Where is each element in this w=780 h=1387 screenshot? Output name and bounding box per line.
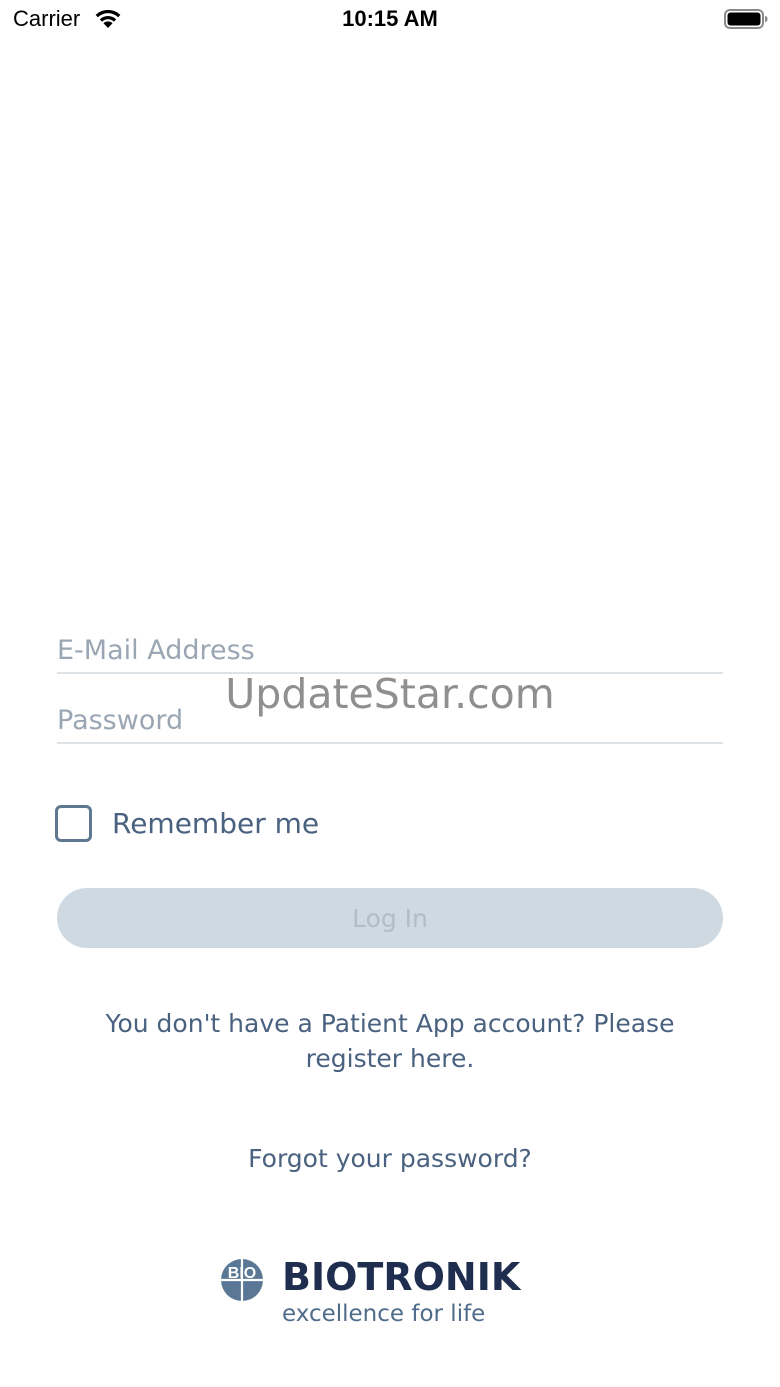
remember-me-checkbox[interactable]: [55, 804, 92, 842]
email-field[interactable]: [57, 616, 723, 674]
forgot-password-link[interactable]: Forgot your password?: [0, 1144, 780, 1173]
status-time: 10:15 AM: [342, 6, 438, 31]
password-input[interactable]: [57, 705, 723, 736]
remember-me-label[interactable]: Remember me: [112, 807, 319, 840]
biotronik-logo-mark-icon: BIO: [221, 1259, 263, 1301]
status-bar: Carrier 10:15 AM: [0, 0, 780, 40]
biotronik-logo: BIO BIOTRONIK excellence for life: [220, 1255, 565, 1332]
email-input[interactable]: [57, 635, 723, 666]
brand-tagline: excellence for life: [282, 1301, 486, 1327]
register-link[interactable]: You don't have a Patient App account? Pl…: [90, 1006, 690, 1076]
logo-mark-text: BIO: [228, 1265, 256, 1282]
brand-name: BIOTRONIK: [282, 1255, 521, 1299]
login-button[interactable]: Log In: [57, 888, 723, 948]
password-field[interactable]: [57, 686, 723, 744]
remember-me-row[interactable]: Remember me: [55, 802, 319, 844]
battery-full-icon: [724, 9, 768, 29]
